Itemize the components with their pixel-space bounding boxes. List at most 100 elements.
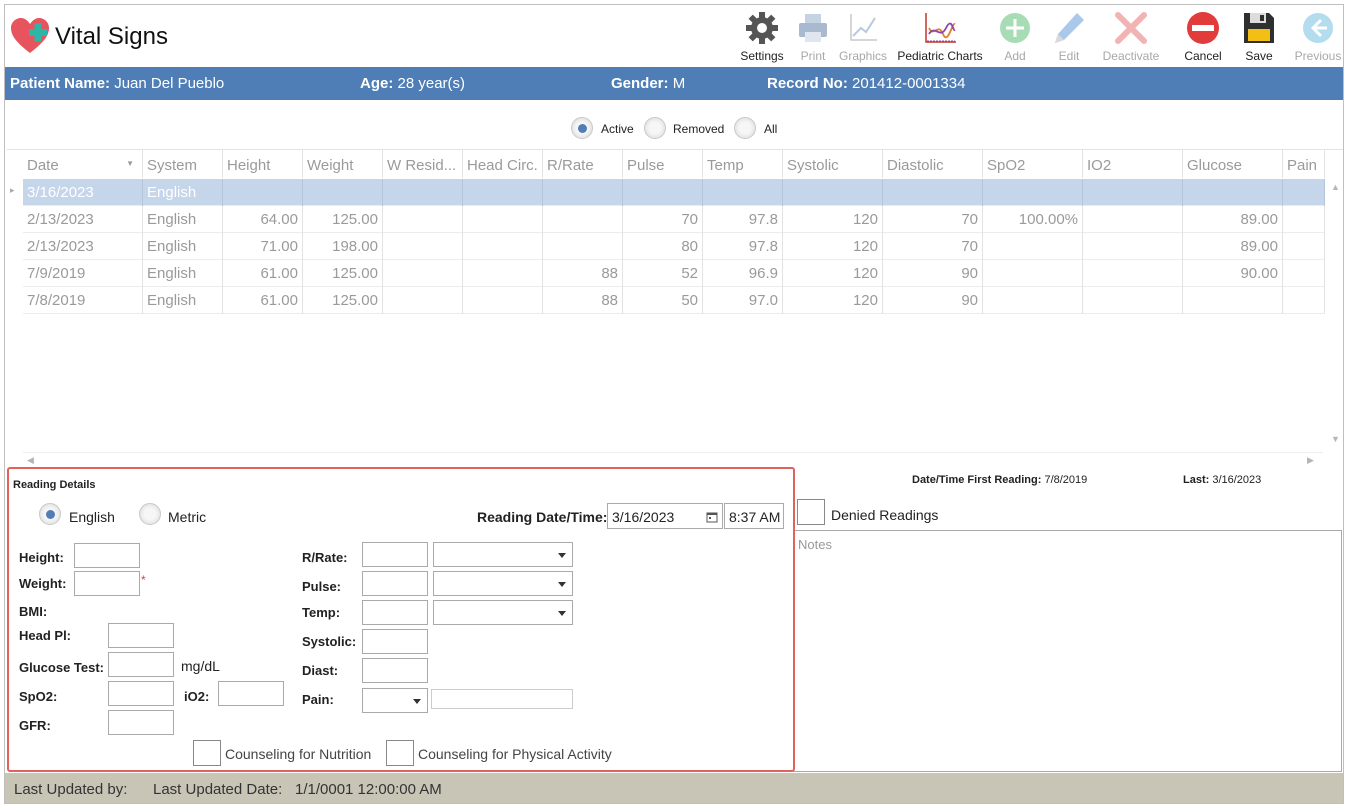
column-header-weight[interactable]: Weight: [303, 150, 383, 178]
height-input[interactable]: [74, 543, 140, 568]
cell-weight: 125.00: [303, 287, 383, 314]
column-header-glucose[interactable]: Glucose: [1183, 150, 1283, 178]
column-header-height[interactable]: Height: [223, 150, 303, 178]
head-pl-label: Head Pl:: [19, 628, 72, 643]
updated-date-value: 1/1/0001 12:00:00 AM: [295, 781, 442, 798]
pain-description-input[interactable]: [431, 689, 573, 709]
temp-dropdown[interactable]: [433, 600, 573, 625]
column-header-w-resid[interactable]: W Resid...: [383, 150, 463, 178]
scroll-down-icon[interactable]: ▼: [1331, 434, 1340, 444]
reading-time-field[interactable]: 8:37 AM: [724, 503, 784, 529]
previous-button[interactable]: Previous: [1293, 7, 1343, 67]
scroll-up-icon[interactable]: ▲: [1331, 182, 1340, 192]
filter-active[interactable]: Active: [571, 117, 641, 141]
cell-w-resid: [383, 260, 463, 287]
cell-head-circ: [463, 233, 543, 260]
print-button[interactable]: Print: [790, 7, 836, 67]
cancel-button[interactable]: Cancel: [1181, 7, 1225, 67]
column-header-head-circ[interactable]: Head Circ.: [463, 150, 543, 178]
cell-r-rate: [543, 179, 623, 206]
floppy-disk-icon: [1244, 13, 1274, 43]
table-row[interactable]: ▸ 3/16/2023 English: [10, 179, 1325, 206]
pulse-input[interactable]: [362, 571, 428, 596]
horizontal-scrollbar[interactable]: ◀ ▶: [23, 452, 1323, 468]
last-reading-label: Last:: [1183, 474, 1210, 486]
graphics-button[interactable]: Graphics: [838, 7, 888, 67]
cell-glucose: 89.00: [1183, 233, 1283, 260]
column-header-system[interactable]: System: [143, 150, 223, 178]
io2-input[interactable]: [218, 681, 284, 706]
cell-r-rate: 88: [543, 287, 623, 314]
table-row[interactable]: 2/13/2023 English 71.00 198.00 80 97.8 120 70 89…: [23, 233, 1325, 260]
patient-age-label: Age:: [360, 75, 394, 92]
column-header-io2[interactable]: IO2: [1083, 150, 1183, 178]
filter-removed[interactable]: Removed: [644, 117, 729, 141]
column-header-r-rate[interactable]: R/Rate: [543, 150, 623, 178]
filter-all[interactable]: All: [734, 117, 784, 141]
cell-glucose: [1183, 179, 1283, 206]
counseling-activity-checkbox[interactable]: [386, 740, 414, 766]
cell-diastolic: 90: [883, 260, 983, 287]
cell-date: 7/9/2019: [23, 260, 143, 287]
patient-gender: Gender: M: [611, 75, 685, 92]
systolic-input[interactable]: [362, 629, 428, 654]
cell-pulse: 80: [623, 233, 703, 260]
table-row[interactable]: 7/9/2019 English 61.00 125.00 88 52 96.9 120 90 9…: [23, 260, 1325, 287]
vertical-scrollbar[interactable]: ▲ ▼: [1327, 178, 1343, 468]
column-header-pain[interactable]: Pain: [1283, 150, 1325, 178]
edit-button[interactable]: Edit: [1049, 7, 1089, 67]
radio-all[interactable]: [734, 117, 756, 139]
cell-temp: 96.9: [703, 260, 783, 287]
updated-date-label: Last Updated Date:: [153, 781, 283, 798]
table-row[interactable]: 7/8/2019 English 61.00 125.00 88 50 97.0 120 90: [23, 287, 1325, 314]
reading-details-panel: Reading Details English Metric Reading D…: [7, 467, 795, 772]
last-reading-value: 3/16/2023: [1212, 474, 1262, 486]
settings-button[interactable]: Settings: [733, 7, 791, 67]
rrate-input[interactable]: [362, 542, 428, 567]
radio-metric[interactable]: [139, 503, 161, 525]
sort-dropdown-icon[interactable]: ▼: [126, 159, 134, 168]
notes-textarea[interactable]: Notes: [793, 530, 1342, 772]
pulse-dropdown[interactable]: [433, 571, 573, 596]
rrate-dropdown[interactable]: [433, 542, 573, 567]
radio-english[interactable]: [39, 503, 61, 525]
diast-input[interactable]: [362, 658, 428, 683]
print-label: Print: [800, 49, 826, 63]
cell-pulse: 70: [623, 206, 703, 233]
x-icon: [1115, 12, 1147, 44]
table-row[interactable]: 2/13/2023 English 64.00 125.00 70 97.8 120 70 10…: [23, 206, 1325, 233]
cell-temp: [703, 179, 783, 206]
scroll-left-icon[interactable]: ◀: [27, 455, 34, 466]
cell-temp: 97.8: [703, 233, 783, 260]
denied-readings-checkbox[interactable]: [797, 499, 825, 525]
cell-w-resid: [383, 206, 463, 233]
temp-input[interactable]: [362, 600, 428, 625]
weight-input[interactable]: [74, 571, 140, 596]
cell-w-resid: [383, 287, 463, 314]
radio-active[interactable]: [571, 117, 593, 139]
glucose-test-input[interactable]: [108, 652, 174, 677]
pediatric-charts-button[interactable]: Pediatric Charts: [892, 7, 988, 67]
column-header-diastolic[interactable]: Diastolic: [883, 150, 983, 178]
deactivate-button[interactable]: Deactivate: [1101, 7, 1161, 67]
pain-dropdown[interactable]: [362, 688, 428, 713]
column-header-date[interactable]: Date ▼: [23, 150, 143, 178]
column-header-temp[interactable]: Temp: [703, 150, 783, 178]
gfr-input[interactable]: [108, 710, 174, 735]
counseling-nutrition-checkbox[interactable]: [193, 740, 221, 766]
cell-r-rate: [543, 206, 623, 233]
cell-systolic: 120: [783, 206, 883, 233]
column-header-pulse[interactable]: Pulse: [623, 150, 703, 178]
calendar-icon[interactable]: [706, 511, 718, 523]
column-header-spo2[interactable]: SpO2: [983, 150, 1083, 178]
gfr-label: GFR:: [19, 718, 51, 733]
scroll-right-icon[interactable]: ▶: [1307, 455, 1314, 466]
reading-date-picker[interactable]: 3/16/2023: [607, 503, 723, 529]
save-button[interactable]: Save: [1241, 7, 1277, 67]
add-button[interactable]: Add: [993, 7, 1037, 67]
radio-removed[interactable]: [644, 117, 666, 139]
cell-weight: 125.00: [303, 206, 383, 233]
spo2-input[interactable]: [108, 681, 174, 706]
head-pl-input[interactable]: [108, 623, 174, 648]
column-header-systolic[interactable]: Systolic: [783, 150, 883, 178]
